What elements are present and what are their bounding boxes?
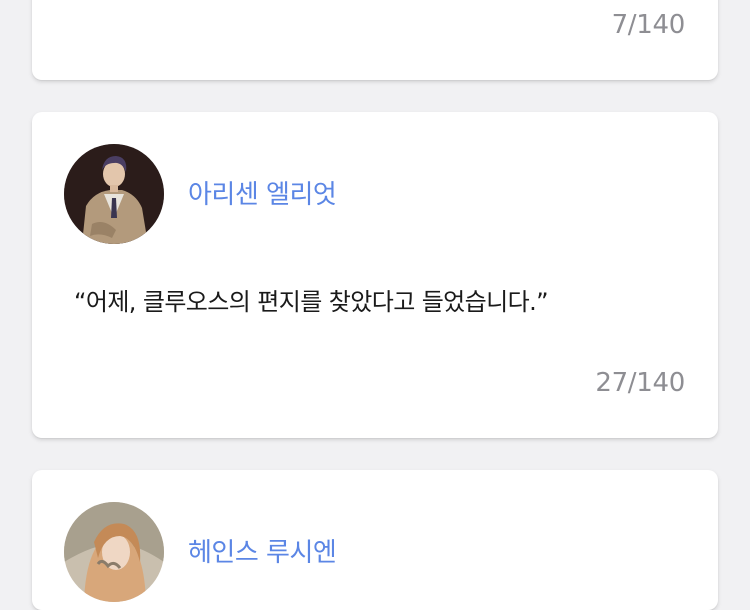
avatar-photo (64, 144, 164, 244)
character-counter: 27/140 (595, 368, 685, 398)
comment-feed: 7/140 아리센 엘리엇 “어제, 클루오스의 편지를 찾았다고 들었습니다.… (0, 0, 750, 610)
avatar[interactable] (64, 502, 164, 602)
character-counter: 7/140 (611, 10, 686, 40)
avatar-photo (64, 502, 164, 602)
comment-text: “어제, 클루오스의 편지를 찾았다고 들었습니다.” (74, 288, 549, 316)
comment-card: 헤인스 루시엔 (32, 470, 718, 610)
avatar[interactable] (64, 144, 164, 244)
author-name[interactable]: 아리센 엘리엇 (188, 174, 337, 211)
author-name[interactable]: 헤인스 루시엔 (188, 532, 337, 569)
comment-card: 아리센 엘리엇 “어제, 클루오스의 편지를 찾았다고 들었습니다.” 27/1… (32, 112, 718, 438)
comment-card: 7/140 (32, 0, 718, 80)
